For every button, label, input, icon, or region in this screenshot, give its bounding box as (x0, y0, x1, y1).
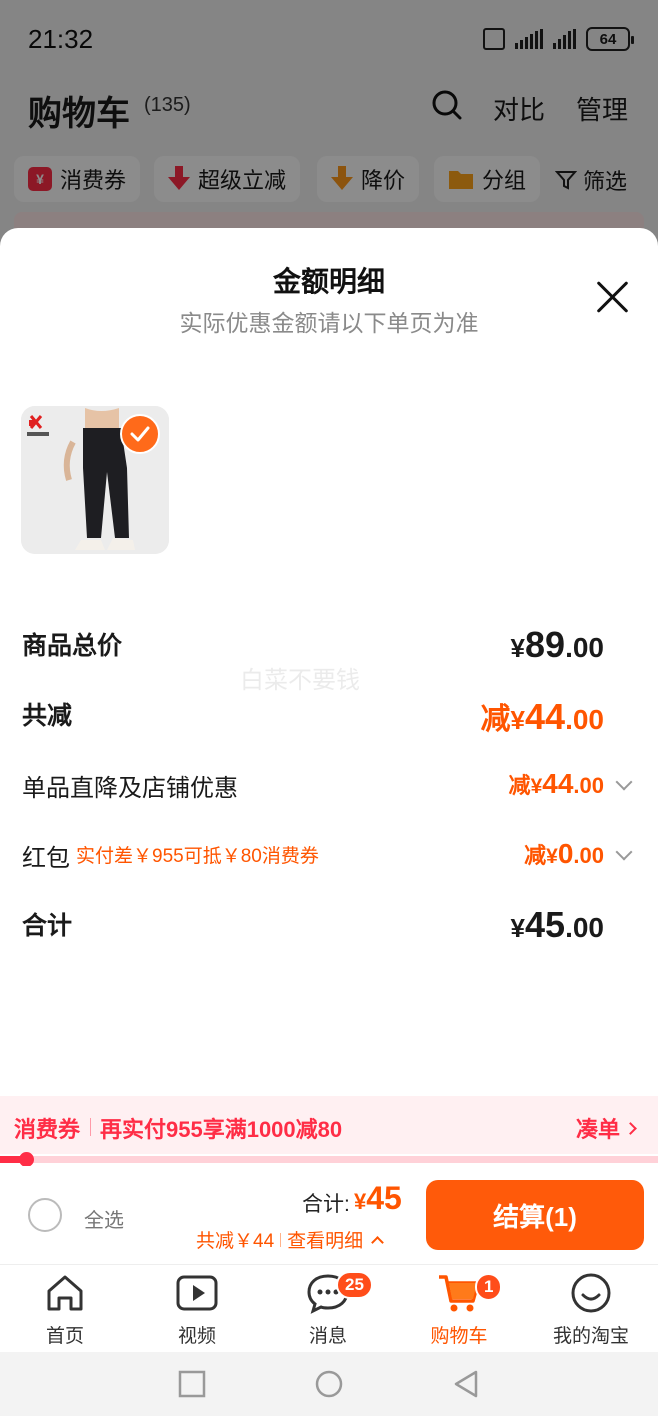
view-detail-label: 查看明细 (287, 1231, 364, 1252)
coupon-tag: 消费券 (14, 1117, 81, 1142)
sheet-title: 金额明细 (272, 266, 385, 297)
selected-check-icon (120, 414, 160, 454)
goods-total-value: ¥89.00 (510, 624, 604, 665)
goods-total-label: 商品总价 (22, 632, 123, 660)
system-nav-bar (0, 1352, 658, 1416)
home-nav-icon[interactable] (315, 1370, 343, 1398)
item-discount-label: 单品直降及店铺优惠 (22, 775, 238, 802)
tab-home[interactable]: 首页 (5, 1271, 125, 1349)
cart-icon (439, 1275, 480, 1312)
total-value: ¥45 (354, 1180, 402, 1216)
chevron-up-icon (371, 1235, 385, 1249)
add-items-label: 凑单 (576, 1117, 621, 1142)
tab-bar: 首页 视频 消息 25 购物车 1 我的淘宝 (0, 1264, 658, 1352)
coupon-progress-bar (0, 1152, 658, 1167)
total-off-label: 共减 (22, 702, 73, 730)
message-count-badge: 25 (336, 1271, 373, 1299)
recents-icon[interactable] (178, 1370, 206, 1398)
tab-label: 消息 (308, 1326, 347, 1347)
view-detail-link[interactable]: 共减￥44 查看明细 (196, 1226, 385, 1253)
watermark: 白菜不要钱 (240, 667, 360, 694)
checkout-button[interactable]: 结算(1) (426, 1180, 644, 1250)
hongbao-value[interactable]: 减¥0.00 (524, 838, 604, 870)
hongbao-label: 红包 (22, 845, 70, 872)
tab-label: 我的淘宝 (552, 1326, 629, 1347)
coupon-bar: 消费券 再实付955享满1000减80 凑单 (0, 1096, 658, 1154)
add-items-link[interactable]: 凑单 (576, 1112, 637, 1144)
back-icon[interactable] (452, 1370, 480, 1398)
chevron-down-icon[interactable] (615, 843, 633, 861)
select-all-radio[interactable] (28, 1198, 62, 1232)
close-icon[interactable] (594, 278, 632, 316)
video-icon (176, 1275, 218, 1311)
coupon-progress-knob (19, 1152, 35, 1167)
total-off-value: 减¥44.00 (480, 696, 604, 737)
item-discount-value[interactable]: 减¥44.00 (509, 768, 604, 800)
tab-video[interactable]: 视频 (137, 1271, 257, 1349)
tab-profile[interactable]: 我的淘宝 (531, 1271, 651, 1349)
chevron-right-icon (624, 1121, 637, 1135)
coupon-text: 再实付955享满1000减80 (100, 1117, 343, 1142)
divider (280, 1232, 282, 1247)
sum-value: ¥45.00 (510, 904, 604, 945)
tab-label: 首页 (45, 1326, 84, 1347)
tab-cart[interactable]: 购物车 1 (399, 1271, 519, 1349)
select-all-label[interactable]: 全选 (84, 1204, 124, 1233)
tab-label: 购物车 (430, 1326, 488, 1347)
profile-icon (571, 1273, 611, 1313)
home-icon (47, 1275, 83, 1311)
sum-label: 合计 (22, 912, 73, 940)
amount-detail-sheet: 金额明细 实际优惠金额请以下单页为准 白菜不要钱 商品总价 ¥89.00 共减 … (0, 228, 658, 1264)
saving-amount: 共减￥44 (196, 1231, 275, 1252)
tab-messages[interactable]: 消息 25 (268, 1271, 388, 1349)
cart-count-badge: 1 (475, 1273, 503, 1301)
divider (90, 1118, 91, 1136)
chevron-down-icon[interactable] (615, 773, 633, 791)
hongbao-note: 实付差￥955可抵￥80消费券 (76, 846, 319, 867)
total-label: 合计: (302, 1193, 350, 1216)
sheet-subtitle: 实际优惠金额请以下单页为准 (179, 310, 479, 336)
tab-label: 视频 (177, 1326, 216, 1347)
checkout-bar: 全选 合计: ¥45 共减￥44 查看明细 结算(1) (0, 1166, 658, 1264)
